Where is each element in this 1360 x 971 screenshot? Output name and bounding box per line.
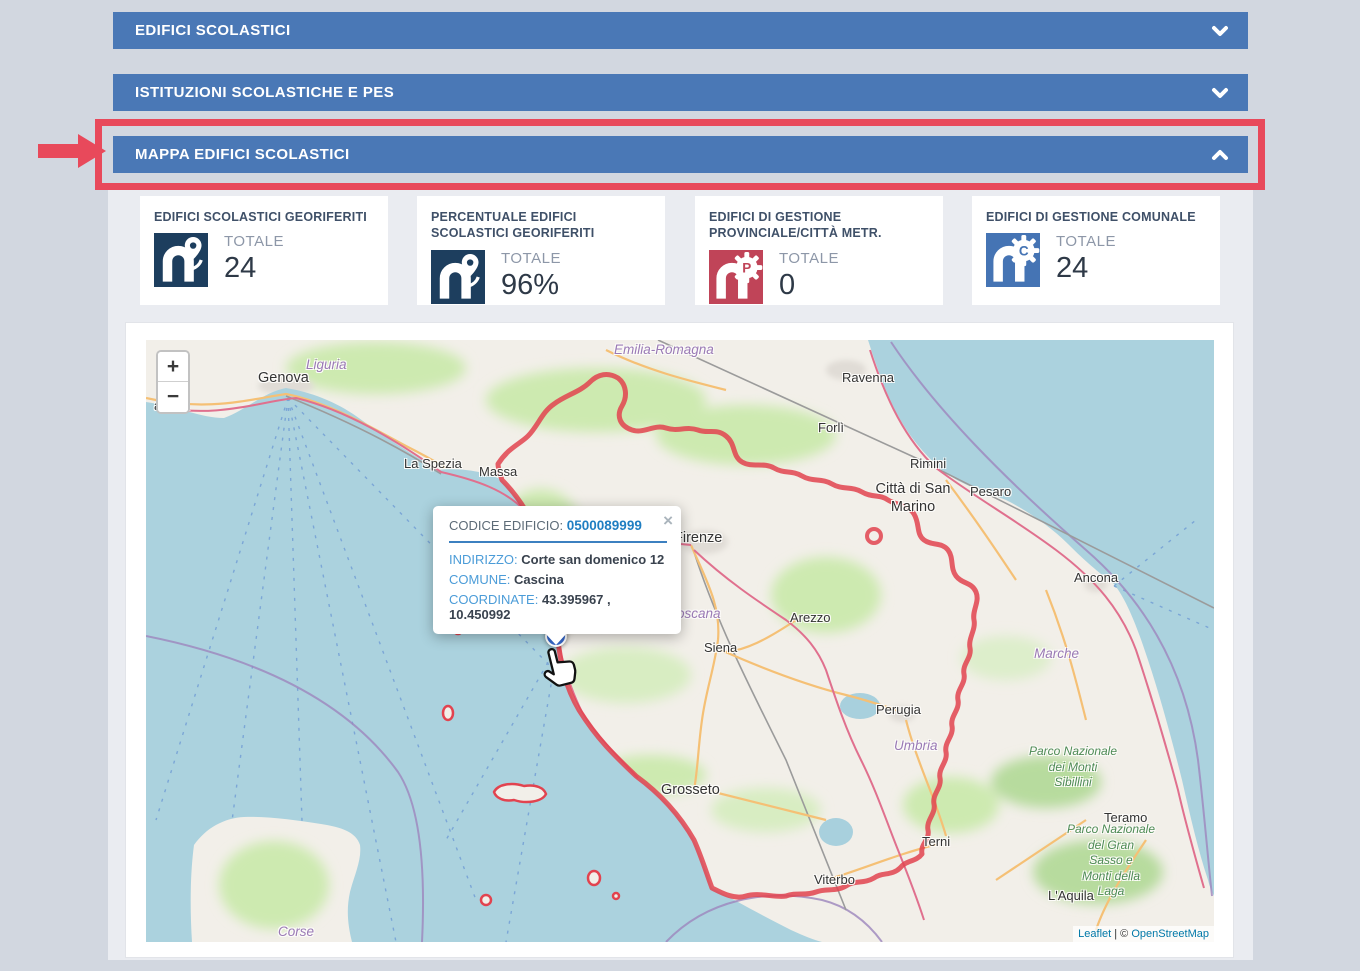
map-label-liguria: Liguria [306,357,347,372]
map-label-la-spezia: La Spezia [404,456,462,471]
total-value: 24 [1056,252,1116,285]
map-label-parco-sibillini: Parco Nazionale dei Monti Sibillini [998,744,1148,791]
map-popup: × CODICE EDIFICIO: 0500089999 INDIRIZZO:… [433,506,681,634]
accordion-label: EDIFICI SCOLASTICI [135,22,291,39]
stat-card-gestione-provinciale: EDIFICI DI GESTIONE PROVINCIALE/CITTÀ ME… [695,196,943,305]
attribution-separator: | [1111,928,1120,940]
accordion-edifici-scolastici[interactable]: EDIFICI SCOLASTICI [113,12,1248,49]
map-label-arezzo: Arezzo [790,610,830,625]
total-label: TOTALE [1056,233,1116,250]
building-gear-c-icon: C [986,233,1040,287]
chevron-down-icon [1210,83,1230,103]
map-zoom-control: + − [156,350,190,414]
map-label-ravenna: Ravenna [842,370,894,385]
total-label: TOTALE [779,250,839,267]
total-label: TOTALE [501,250,561,267]
map-label-emilia-romagna: Emilia-Romagna [614,342,714,357]
gear-letter: C [1019,244,1029,259]
map-label-terni: Terni [922,834,950,849]
zoom-out-button[interactable]: − [158,382,188,412]
map-label-corse: Corse [278,924,314,939]
card-title: PERCENTUALE EDIFICI SCOLASTICI GEORIFERI… [431,209,651,242]
leaflet-link[interactable]: Leaflet [1078,928,1111,940]
chevron-up-icon [1210,145,1230,165]
card-title: EDIFICI SCOLASTICI GEORIFERITI [154,209,374,225]
stat-card-georiferiti: EDIFICI SCOLASTICI GEORIFERITI TOTALE 24 [140,196,388,305]
map-label-viterbo: Viterbo [814,872,855,887]
map-label-perugia: Perugia [876,702,921,717]
total-value: 96% [501,269,561,302]
mappa-section-content: EDIFICI SCOLASTICI GEORIFERITI TOTALE 24… [108,190,1253,960]
accordion-mappa-edifici[interactable]: MAPPA EDIFICI SCOLASTICI [113,136,1248,173]
map-label-firenze: Firenze [674,530,722,546]
total-value: 24 [224,252,284,285]
map-label-ancona: Ancona [1074,570,1118,585]
dashboard-page: EDIFICI SCOLASTICI ISTITUZIONI SCOLASTIC… [0,0,1360,971]
map-label-forli: Forlì [818,420,844,435]
map-attribution: Leaflet | © OpenStreetMap [1073,926,1214,942]
map-panel: Genova avona La Spezia Massa Liguria Emi… [125,322,1234,958]
map-label-genova: Genova [258,370,309,386]
map-label-parco-gran-sasso: Parco Nazionale del Gran Sasso e Monti d… [1046,822,1176,900]
map-label-rimini: Rimini [910,456,946,471]
building-gear-p-icon: P [709,250,763,304]
stat-card-gestione-comunale: EDIFICI DI GESTIONE COMUNALE [972,196,1220,305]
popup-close-icon[interactable]: × [663,511,673,531]
indirizzo-value: Corte san domenico 12 [521,552,664,567]
leaflet-map[interactable]: Genova avona La Spezia Massa Liguria Emi… [146,340,1214,942]
map-label-umbria: Umbria [894,738,938,753]
codice-edificio-label: CODICE EDIFICIO: [449,518,563,533]
card-title: EDIFICI DI GESTIONE PROVINCIALE/CITTÀ ME… [709,209,929,242]
comune-value: Cascina [514,572,564,587]
accordion-label: MAPPA EDIFICI SCOLASTICI [135,146,350,163]
accordion-label: ISTITUZIONI SCOLASTICHE E PES [135,84,394,101]
map-label-pesaro: Pesaro [970,484,1011,499]
map-label-san-marino: Città di San Marino [858,480,968,516]
comune-label: COMUNE: [449,572,510,587]
total-value: 0 [779,269,839,302]
popup-tip [545,633,567,645]
stat-card-percentuale-georiferiti: PERCENTUALE EDIFICI SCOLASTICI GEORIFERI… [417,196,665,305]
zoom-in-button[interactable]: + [158,352,188,382]
codice-edificio-link[interactable]: 0500089999 [567,518,642,533]
openstreetmap-link[interactable]: OpenStreetMap [1131,928,1209,940]
map-label-marche: Marche [1034,646,1079,661]
building-location-pin-icon [431,250,485,304]
map-label-grosseto: Grosseto [661,782,720,798]
map-label-massa: Massa [479,464,517,479]
gear-letter: P [742,260,751,275]
indirizzo-label: INDIRIZZO: [449,552,518,567]
popup-divider [449,541,667,543]
building-location-pin-icon [154,233,208,287]
total-label: TOTALE [224,233,284,250]
copyright-symbol: © [1120,928,1131,940]
card-title: EDIFICI DI GESTIONE COMUNALE [986,209,1206,225]
red-arrow-annotation [38,133,108,169]
accordion-istituzioni-scolastiche[interactable]: ISTITUZIONI SCOLASTICHE E PES [113,74,1248,111]
chevron-down-icon [1210,21,1230,41]
coordinate-label: COORDINATE: [449,592,538,607]
map-label-siena: Siena [704,640,737,655]
